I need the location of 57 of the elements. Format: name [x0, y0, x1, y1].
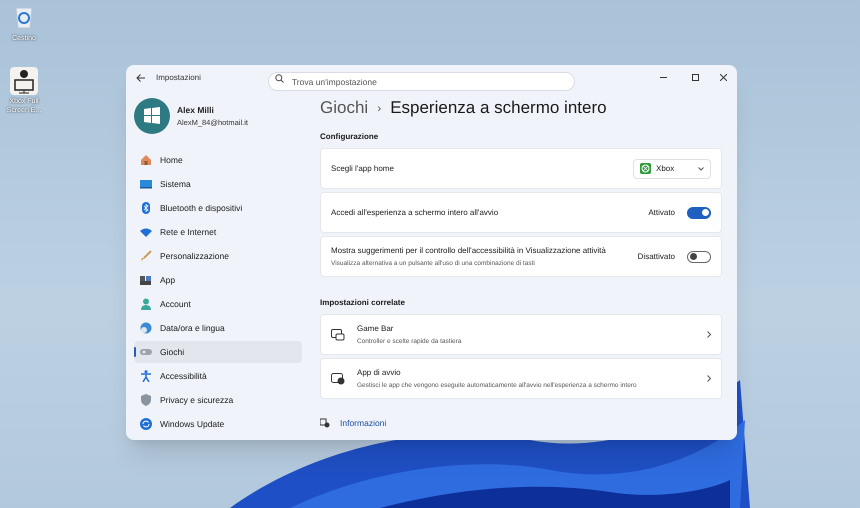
- bluetooth-icon: [140, 202, 152, 214]
- app-dropdown[interactable]: Xbox: [633, 158, 711, 178]
- wifi-icon: [140, 226, 152, 238]
- monitor-icon: [140, 178, 152, 190]
- sidebar-item[interactable]: Bluetooth e dispositivi: [134, 197, 302, 219]
- update-icon: [140, 418, 152, 430]
- shield-icon: [140, 394, 152, 406]
- search-field[interactable]: Trova un'impostazione: [268, 72, 575, 91]
- search-icon: [274, 74, 284, 82]
- toggle-state-label: Disattivato: [638, 250, 675, 262]
- sidebar-item[interactable]: App: [134, 269, 302, 291]
- chevron-down-icon: [698, 166, 704, 170]
- page-title: Esperienza a schermo intero: [390, 97, 607, 120]
- close-icon[interactable]: [720, 74, 727, 81]
- back-arrow-icon[interactable]: [136, 72, 146, 82]
- sidebar-item[interactable]: Home: [134, 149, 302, 171]
- brush-icon: [140, 250, 152, 262]
- breadcrumb-parent[interactable]: Giochi: [320, 95, 368, 121]
- sidebar-item[interactable]: Rete e Internet: [134, 221, 302, 243]
- toggle-state-label: Attivato: [648, 206, 675, 218]
- person-icon: [140, 298, 152, 310]
- avatar-icon: [134, 98, 170, 134]
- toggle-switch[interactable]: [687, 250, 711, 262]
- account-name: Alex Milli: [177, 104, 215, 116]
- setting-label: App di avvio: [357, 366, 402, 379]
- maximize-icon[interactable]: [692, 74, 699, 81]
- section-heading: Impostazioni correlate: [320, 297, 406, 309]
- window-title: Impostazioni: [156, 72, 201, 84]
- breadcrumb-separator: ›: [377, 100, 382, 117]
- sidebar-item[interactable]: Windows Update: [134, 413, 302, 435]
- apps-icon: [140, 274, 152, 286]
- chevron-right-icon: [707, 331, 711, 338]
- minimize-icon[interactable]: [660, 74, 667, 81]
- gamepad-icon: [140, 346, 152, 358]
- setting-label: Mostra suggerimenti per il controllo dell'accessibilità in Visualizzazione attività: [331, 244, 606, 257]
- sidebar-item[interactable]: Giochi: [134, 341, 302, 363]
- section-heading: Configurazione: [320, 131, 380, 143]
- help-search-icon: [320, 418, 330, 428]
- setting-label: Scegli l'app home: [331, 162, 394, 174]
- sidebar-item[interactable]: Personalizzazione: [134, 245, 302, 267]
- info-link[interactable]: Informazioni: [340, 417, 386, 430]
- accessibility-icon: [140, 370, 152, 382]
- sidebar-item[interactable]: Privacy e sicurezza: [134, 389, 302, 411]
- xbox-monitor-icon: [8, 65, 40, 97]
- gamebar-icon: [331, 328, 345, 340]
- toggle-switch[interactable]: [687, 206, 711, 218]
- startup-app-icon: [331, 372, 345, 384]
- sidebar-item[interactable]: Account: [134, 293, 302, 315]
- sidebar-item[interactable]: Sistema: [134, 173, 302, 195]
- globe-clock-icon: [140, 322, 152, 334]
- chevron-right-icon: [707, 375, 711, 382]
- xbox-logo-icon: [640, 163, 651, 174]
- setting-label: Accedi all'esperienza a schermo intero all'avvio: [331, 206, 498, 218]
- setting-label: Game Bar: [357, 322, 394, 335]
- sidebar-item[interactable]: Accessibilità: [134, 365, 302, 387]
- sidebar-item[interactable]: Data/ora e lingua: [134, 317, 302, 339]
- house-icon: [140, 154, 152, 166]
